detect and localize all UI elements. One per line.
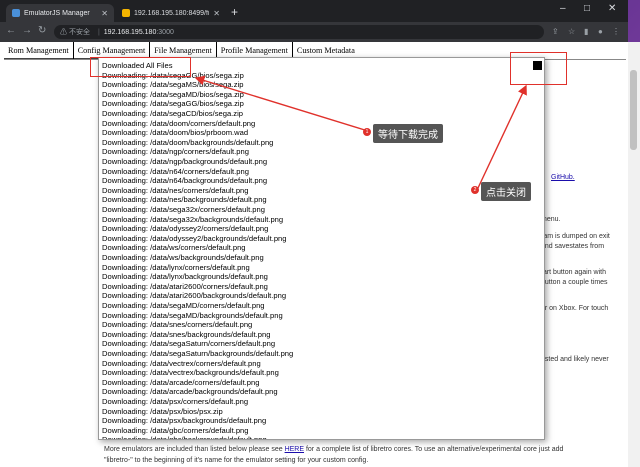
callout-number-2: 2 — [471, 186, 479, 194]
callout-number-1: 1 — [363, 128, 371, 136]
callout-click-close: 点击关闭 — [481, 182, 531, 201]
arrow-to-close-button — [477, 84, 527, 189]
annotation-arrows — [194, 75, 527, 189]
callout-wait-download: 等待下载完成 — [373, 124, 443, 143]
arrow-to-downloaded-status — [194, 75, 369, 132]
